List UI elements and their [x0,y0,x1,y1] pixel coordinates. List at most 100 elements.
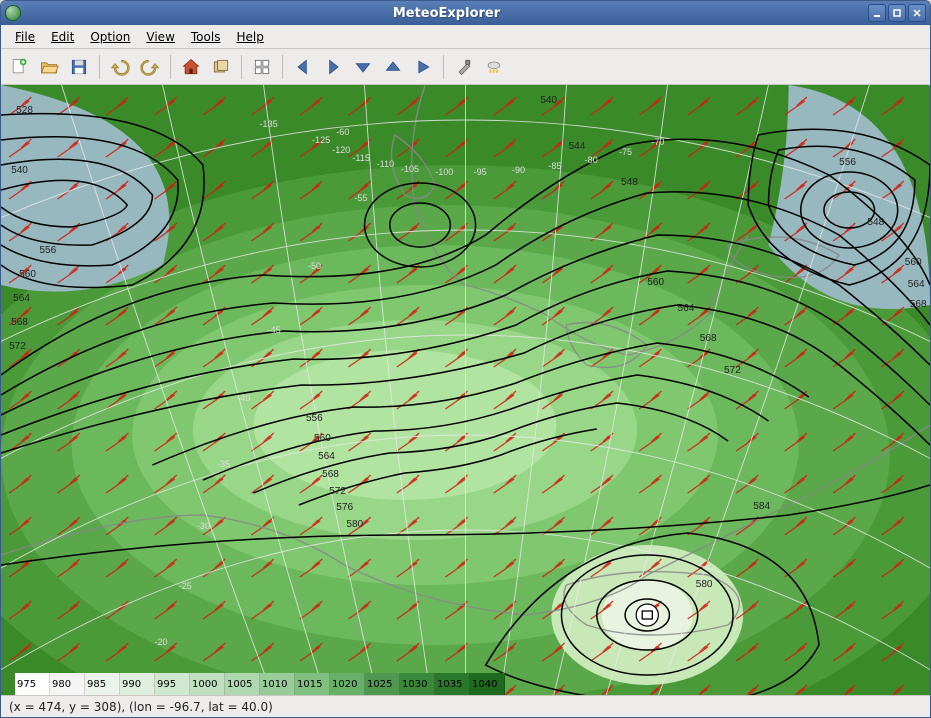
svg-text:-30: -30 [197,521,210,531]
svg-text:-110: -110 [377,159,394,169]
weather-map: 528 540 556 560 564 568 572 556 560 564 … [1,85,930,695]
contour-label: 572 [724,365,741,376]
legend-cell: 1030 [400,673,435,695]
legend-cell: 1025 [365,673,400,695]
menu-help[interactable]: Help [228,27,271,47]
legend-cell: 1005 [225,673,260,695]
svg-text:-135: -135 [260,119,278,129]
maximize-button[interactable] [888,4,906,22]
svg-text:-75: -75 [619,147,632,157]
separator [170,55,171,79]
separator [99,55,100,79]
home-button[interactable] [177,53,205,81]
svg-text:-40: -40 [237,393,250,403]
svg-text:-35: -35 [217,459,230,469]
grid-button[interactable] [248,53,276,81]
separator [443,55,444,79]
application-window: MeteoExplorer File Edit Option View Tool… [0,0,931,718]
svg-text:-115: -115 [352,153,369,163]
legend-cell: 1040 [470,673,505,695]
contour-label: 576 [336,502,353,513]
contour-label: 540 [11,165,28,176]
svg-text:-100: -100 [435,167,453,177]
play-button[interactable] [409,53,437,81]
legend-cell: 1000 [190,673,225,695]
window-controls [868,4,926,22]
menu-view[interactable]: View [138,27,182,47]
menu-file[interactable]: File [7,27,43,47]
status-coordinates: (x = 474, y = 308), (lon = -96.7, lat = … [9,700,273,714]
prev-button[interactable] [289,53,317,81]
app-icon [5,5,21,21]
legend-cell: 990 [120,673,155,695]
menu-option[interactable]: Option [82,27,138,47]
contour-label: 544 [568,141,585,152]
legend-cell: 1020 [330,673,365,695]
legend-cell: 1010 [260,673,295,695]
legend-cell: 995 [155,673,190,695]
settings-button[interactable] [450,53,478,81]
legend-cell: 1015 [295,673,330,695]
separator [241,55,242,79]
minimize-button[interactable] [868,4,886,22]
contour-label: 556 [839,157,856,168]
color-legend: 9759809859909951000100510101015102010251… [15,673,505,695]
map-viewport[interactable]: 528 540 556 560 564 568 572 556 560 564 … [1,85,930,695]
svg-text:-50: -50 [308,261,321,271]
svg-text:-60: -60 [336,127,349,137]
contour-label: 540 [540,95,557,106]
contour-label: 560 [647,277,664,288]
up-button[interactable] [379,53,407,81]
contour-label: 548 [867,217,884,228]
contour-label: 564 [13,293,30,304]
contour-label: 580 [696,579,713,590]
titlebar: MeteoExplorer [1,1,930,25]
statusbar: (x = 474, y = 308), (lon = -96.7, lat = … [1,695,930,717]
contour-label: 564 [908,279,925,290]
separator [282,55,283,79]
window-title: MeteoExplorer [25,6,868,21]
toolbar [1,49,930,85]
contour-label: 568 [322,469,339,480]
save-button[interactable] [65,53,93,81]
svg-text:-85: -85 [548,161,561,171]
next-button[interactable] [319,53,347,81]
weather-button[interactable] [480,53,508,81]
contour-label: 560 [905,257,922,268]
svg-text:-70: -70 [651,137,664,147]
svg-text:-95: -95 [474,167,487,177]
contour-label: 580 [346,519,363,530]
menu-edit[interactable]: Edit [43,27,82,47]
redo-button[interactable] [136,53,164,81]
contour-label: 560 [19,269,36,280]
legend-cell: 975 [15,673,50,695]
contour-label: 568 [910,299,927,310]
svg-text:-20: -20 [154,637,167,647]
svg-text:-55: -55 [354,193,367,203]
contour-label: 548 [621,177,638,188]
svg-text:-45: -45 [268,325,281,335]
contour-label: 556 [39,245,56,256]
down-button[interactable] [349,53,377,81]
contour-label: 568 [700,333,717,344]
layers-button[interactable] [207,53,235,81]
storm-marker [636,604,658,626]
legend-cell: 1035 [435,673,470,695]
new-button[interactable] [5,53,33,81]
contour-label: 584 [753,501,770,512]
contour-label: 564 [678,303,695,314]
contour-label: 572 [9,341,26,352]
close-button[interactable] [908,4,926,22]
open-button[interactable] [35,53,63,81]
svg-text:-105: -105 [401,164,419,174]
svg-text:-90: -90 [512,165,525,175]
legend-cell: 985 [85,673,120,695]
svg-text:-125: -125 [312,135,330,145]
contour-label: 556 [306,413,323,424]
legend-cell: 980 [50,673,85,695]
svg-text:-25: -25 [179,581,192,591]
menu-tools[interactable]: Tools [183,27,229,47]
contour-label: 568 [11,317,28,328]
undo-button[interactable] [106,53,134,81]
svg-text:-80: -80 [585,155,598,165]
